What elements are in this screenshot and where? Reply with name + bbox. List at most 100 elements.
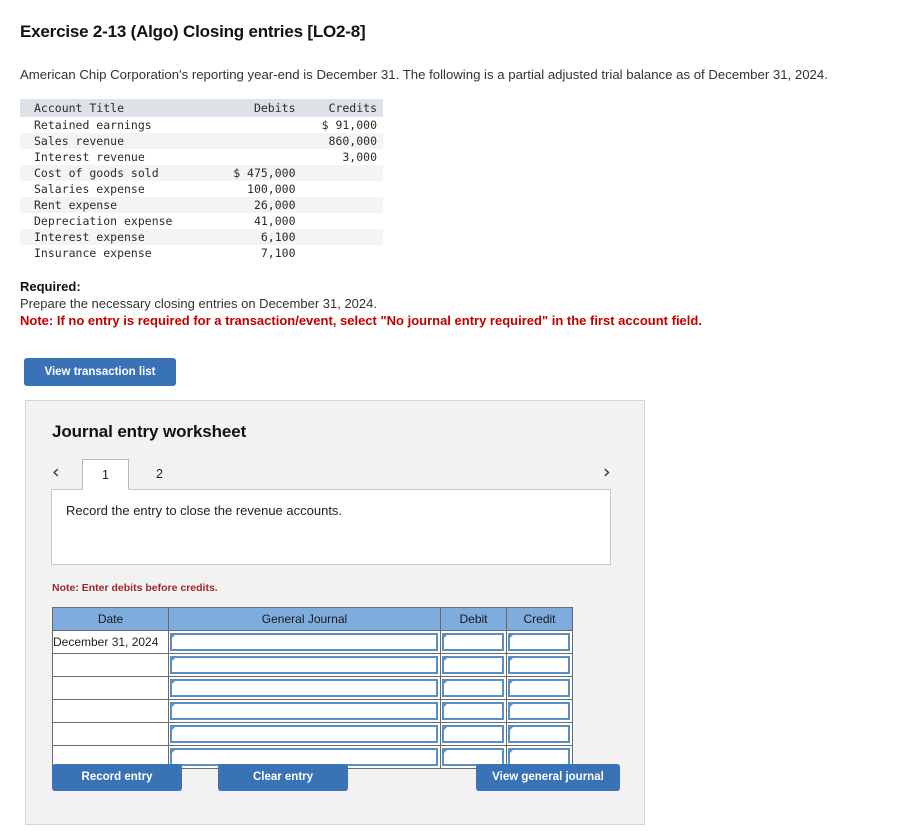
worksheet-title: Journal entry worksheet <box>52 422 247 441</box>
cell-date[interactable] <box>52 699 169 723</box>
cell-debits: $ 475,000 <box>211 165 302 181</box>
entry-description-box: Record the entry to close the revenue ac… <box>51 489 611 565</box>
cell-credits <box>301 165 383 181</box>
cell-account: Interest expense <box>20 229 212 245</box>
journal-entry-worksheet-panel: Journal entry worksheet ‹ 1 2 › Record t… <box>25 400 645 825</box>
column-header-debits: Debits <box>211 99 302 117</box>
cell-date[interactable]: December 31, 2024 <box>52 630 169 654</box>
cell-debits: 41,000 <box>253 214 296 228</box>
cell-debits: 7,100 <box>260 246 296 260</box>
cell-account: Sales revenue <box>20 133 212 149</box>
cell-account: Insurance expense <box>34 246 152 260</box>
cell-credit <box>506 676 573 700</box>
cell-debits: 26,000 <box>211 197 302 213</box>
table-row: Interest revenue 3,000 <box>20 149 383 165</box>
enter-debits-before-credits-note: Note: Enter debits before credits. <box>52 582 218 594</box>
debit-input[interactable] <box>442 702 504 720</box>
table-row: Retained earnings $ 91,000 <box>20 117 383 133</box>
credit-input[interactable] <box>508 633 570 651</box>
worksheet-footer: Record entry Clear entry View general jo… <box>26 764 644 794</box>
debit-input[interactable] <box>442 633 504 651</box>
cell-credits <box>301 229 383 245</box>
table-row: Interest expense 6,100 <box>20 229 383 245</box>
view-general-journal-button[interactable]: View general journal <box>476 764 620 791</box>
debit-input[interactable] <box>442 725 504 743</box>
tab-entry-1[interactable]: 1 <box>82 459 129 490</box>
journal-entry-row: December 31, 2024 <box>52 630 573 654</box>
credit-input[interactable] <box>508 725 570 743</box>
cell-credits <box>302 181 384 197</box>
chevron-right-icon[interactable]: › <box>603 461 611 483</box>
cell-debit <box>440 722 507 746</box>
column-header-credit: Credit <box>506 607 573 631</box>
credit-input[interactable] <box>508 656 570 674</box>
clear-entry-button[interactable]: Clear entry <box>218 764 348 791</box>
cell-account: Depreciation expense <box>34 214 173 228</box>
debit-input[interactable] <box>442 679 504 697</box>
cell-credits: 3,000 <box>342 150 377 164</box>
chevron-left-icon[interactable]: ‹ <box>52 461 60 483</box>
cell-credits <box>302 213 384 229</box>
column-header-general-journal: General Journal <box>168 607 441 631</box>
journal-entry-row <box>52 676 573 700</box>
column-header-date: Date <box>52 607 169 631</box>
debit-input[interactable] <box>442 656 504 674</box>
cell-debit <box>440 630 507 654</box>
journal-entry-row <box>52 699 573 723</box>
account-select[interactable] <box>170 725 438 743</box>
table-row: Sales revenue 860,000 <box>20 133 383 149</box>
account-select[interactable] <box>170 679 438 697</box>
journal-entry-table-wrapper: Date General Journal Debit Credit Decemb… <box>52 607 573 769</box>
column-header-debit: Debit <box>440 607 507 631</box>
account-select[interactable] <box>170 702 438 720</box>
journal-header-row: Date General Journal Debit Credit <box>52 607 573 631</box>
trial-balance-table-wrapper: Account Title Debits Credits Retained ea… <box>20 99 886 261</box>
credit-input[interactable] <box>508 679 570 697</box>
table-row: Rent expense 26,000 <box>20 197 383 213</box>
cell-account: Interest revenue <box>34 150 145 164</box>
cell-date[interactable] <box>52 653 169 677</box>
account-select[interactable] <box>170 633 438 651</box>
record-entry-button[interactable]: Record entry <box>52 764 182 791</box>
cell-date[interactable] <box>52 676 169 700</box>
column-header-credits: Credits <box>301 99 383 117</box>
cell-general-journal <box>168 676 441 700</box>
journal-entry-row <box>52 722 573 746</box>
cell-debit <box>440 699 507 723</box>
cell-account: Cost of goods sold <box>20 165 212 181</box>
cell-debits: 100,000 <box>247 182 296 196</box>
view-transaction-list-button[interactable]: View transaction list <box>24 358 176 386</box>
cell-account: Rent expense <box>20 197 212 213</box>
cell-account: Retained earnings <box>34 118 152 132</box>
table-row: Insurance expense 7,100 <box>20 245 383 261</box>
required-text: Prepare the necessary closing entries on… <box>20 296 377 311</box>
required-label: Required: <box>20 279 81 294</box>
table-row: Depreciation expense 41,000 <box>20 213 383 229</box>
exercise-intro-text: American Chip Corporation's reporting ye… <box>20 67 828 82</box>
table-row: Cost of goods sold $ 475,000 <box>20 165 383 181</box>
cell-credits <box>301 197 383 213</box>
table-header-row: Account Title Debits Credits <box>20 99 383 117</box>
cell-general-journal <box>168 630 441 654</box>
credit-input[interactable] <box>508 702 570 720</box>
cell-credit <box>506 630 573 654</box>
cell-debits <box>211 133 302 149</box>
cell-date[interactable] <box>52 722 169 746</box>
column-header-account-title: Account Title <box>20 99 212 117</box>
cell-credits: $ 91,000 <box>321 118 377 132</box>
cell-debits: 6,100 <box>211 229 302 245</box>
tab-entry-2[interactable]: 2 <box>136 459 183 490</box>
table-row: Salaries expense 100,000 <box>20 181 383 197</box>
journal-entry-row <box>52 653 573 677</box>
page-title: Exercise 2-13 (Algo) Closing entries [LO… <box>20 22 366 41</box>
cell-credits <box>302 245 384 261</box>
cell-credit <box>506 653 573 677</box>
cell-debits <box>212 149 302 165</box>
exercise-page: Exercise 2-13 (Algo) Closing entries [LO… <box>0 0 906 386</box>
trial-balance-table: Account Title Debits Credits Retained ea… <box>20 99 383 261</box>
cell-general-journal <box>168 722 441 746</box>
account-select[interactable] <box>170 656 438 674</box>
cell-general-journal <box>168 699 441 723</box>
worksheet-tab-strip: ‹ 1 2 › <box>26 459 644 490</box>
cell-debit <box>440 676 507 700</box>
